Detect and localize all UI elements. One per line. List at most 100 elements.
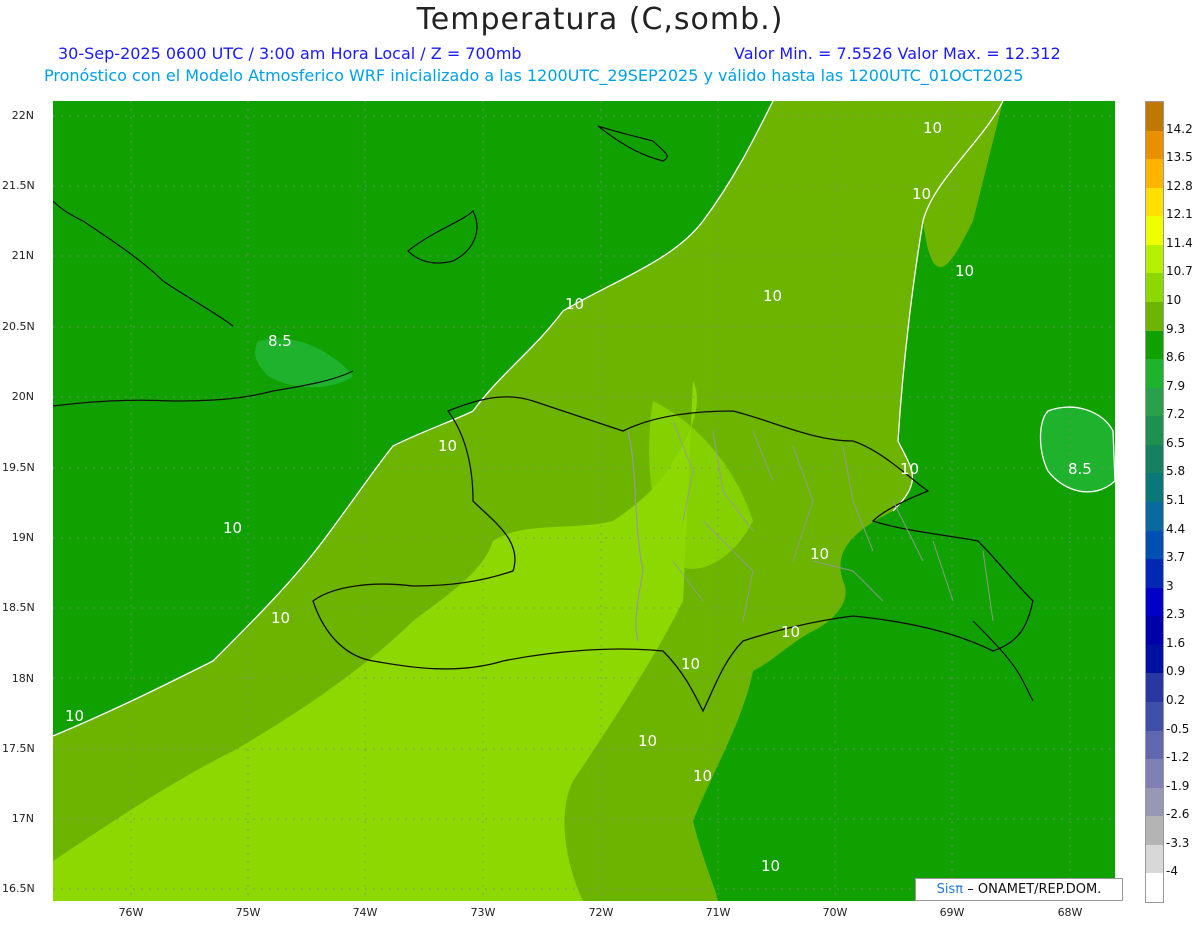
credit-text: – ONAMET/REP.DOM. [967, 882, 1102, 897]
min-max-values: Valor Min. = 7.5526 Valor Max. = 12.312 [734, 44, 1061, 63]
colorbar-segment [1146, 444, 1163, 474]
colorbar-segment [1146, 644, 1163, 674]
colorbar-segment [1146, 244, 1163, 274]
colorbar-segment [1146, 844, 1163, 874]
contour-label: 10 [638, 732, 657, 750]
colorbar-segment [1146, 587, 1163, 617]
contour-label: 10 [65, 707, 84, 725]
colorbar-label: -3.3 [1166, 835, 1190, 850]
contour-label: 10 [900, 460, 919, 478]
x-axis-label: 71W [705, 906, 731, 919]
contour-label: 10 [955, 262, 974, 280]
colorbar-segment [1146, 787, 1163, 817]
x-axis-label: 75W [235, 906, 261, 919]
credit-sis: Sisπ [936, 882, 964, 897]
contour-label: 8.5 [1068, 460, 1092, 478]
forecast-info-line: Pronóstico con el Modelo Atmosferico WRF… [44, 66, 1024, 85]
colorbar-segment [1146, 702, 1163, 732]
colorbar-label: 13.5 [1166, 150, 1193, 165]
colorbar-label: -0.5 [1166, 721, 1190, 736]
colorbar-segment [1146, 530, 1163, 560]
colorbar-label: -1.9 [1166, 778, 1190, 793]
colorbar-segment [1146, 816, 1163, 846]
contour-label: 10 [763, 287, 782, 305]
colorbar-label: 5.1 [1166, 493, 1186, 507]
colorbar-label: 0.2 [1166, 693, 1186, 707]
temperature-map: 10 10 10 10 10 10 10 10 10 10 10 10 10 1… [53, 101, 1115, 901]
y-axis-label: 19N [11, 531, 34, 544]
colorbar-segment [1146, 616, 1163, 646]
y-axis-label: 17N [11, 812, 34, 825]
colorbar-label: 12.8 [1166, 178, 1193, 193]
colorbar-label: 2.3 [1166, 607, 1186, 622]
colorbar-label: 1.6 [1166, 635, 1186, 650]
colorbar-label: 8.6 [1166, 350, 1186, 365]
contour-label: 10 [223, 519, 242, 537]
colorbar-segment [1146, 159, 1163, 189]
colorbar [1145, 101, 1164, 903]
contour-label: 10 [271, 609, 290, 627]
colorbar-label: 7.2 [1166, 407, 1186, 422]
colorbar-label: 10.7 [1166, 264, 1193, 279]
colorbar-segment [1146, 187, 1163, 217]
x-axis-label: 69W [939, 906, 965, 919]
colorbar-segment [1146, 873, 1163, 903]
contour-label: 10 [565, 295, 584, 313]
colorbar-label: 6.5 [1166, 435, 1186, 450]
colorbar-segment [1146, 416, 1163, 446]
x-axis-label: 73W [470, 906, 496, 919]
credit-logo: Sisπ – ONAMET/REP.DOM. [915, 878, 1123, 901]
colorbar-label: 5.8 [1166, 464, 1186, 479]
colorbar-segment [1146, 359, 1163, 389]
colorbar-segment [1146, 730, 1163, 760]
colorbar-label: 9.3 [1166, 321, 1186, 336]
y-axis-label: 21N [11, 249, 34, 262]
colorbar-segment [1146, 130, 1163, 160]
colorbar-segment [1146, 102, 1163, 132]
colorbar-label: 7.9 [1166, 378, 1186, 393]
colorbar-segment [1146, 673, 1163, 703]
colorbar-label: 4.4 [1166, 521, 1186, 536]
colorbar-label: 0.9 [1166, 664, 1186, 679]
y-axis-label: 16.5N [2, 882, 35, 895]
colorbar-segment [1146, 559, 1163, 589]
valid-time-line: 30-Sep-2025 0600 UTC / 3:00 am Hora Loca… [58, 44, 522, 63]
y-axis-label: 20.5N [2, 320, 35, 333]
y-axis-label: 17.5N [2, 742, 35, 755]
colorbar-label: 12.1 [1166, 207, 1193, 222]
colorbar-segment [1146, 387, 1163, 417]
y-axis-label: 18.5N [2, 601, 35, 614]
x-axis-label: 76W [118, 906, 144, 919]
colorbar-label: -1.2 [1166, 750, 1190, 765]
colorbar-segment [1146, 502, 1163, 532]
colorbar-label: 11.4 [1166, 235, 1193, 250]
colorbar-segment [1146, 302, 1163, 332]
contour-label: 10 [912, 185, 931, 203]
x-axis-label: 68W [1057, 906, 1083, 919]
contour-label: 10 [761, 857, 780, 875]
colorbar-segment [1146, 759, 1163, 789]
contour-label: 10 [923, 119, 942, 137]
colorbar-segment [1146, 473, 1163, 503]
contour-label: 10 [681, 655, 700, 673]
colorbar-segment [1146, 273, 1163, 303]
x-axis-label: 70W [822, 906, 848, 919]
colorbar-label: 3.7 [1166, 550, 1186, 565]
y-axis-label: 20N [11, 390, 34, 403]
y-axis-label: 22N [11, 109, 34, 122]
y-axis-label: 21.5N [2, 179, 35, 192]
y-axis-label: 19.5N [2, 461, 35, 474]
contour-label: 8.5 [268, 332, 292, 350]
colorbar-label: 3 [1166, 578, 1174, 593]
x-axis-label: 72W [588, 906, 614, 919]
colorbar-segment [1146, 216, 1163, 246]
colorbar-segment [1146, 330, 1163, 360]
map-title: Temperatura (C,somb.) [416, 2, 784, 37]
contour-label: 10 [438, 437, 457, 455]
colorbar-label: -2.6 [1166, 807, 1190, 822]
contour-label: 10 [810, 545, 829, 563]
colorbar-label: 14.2 [1166, 121, 1193, 136]
colorbar-label: -4 [1166, 864, 1178, 879]
contour-label: 10 [781, 623, 800, 641]
y-axis-label: 18N [11, 672, 34, 685]
